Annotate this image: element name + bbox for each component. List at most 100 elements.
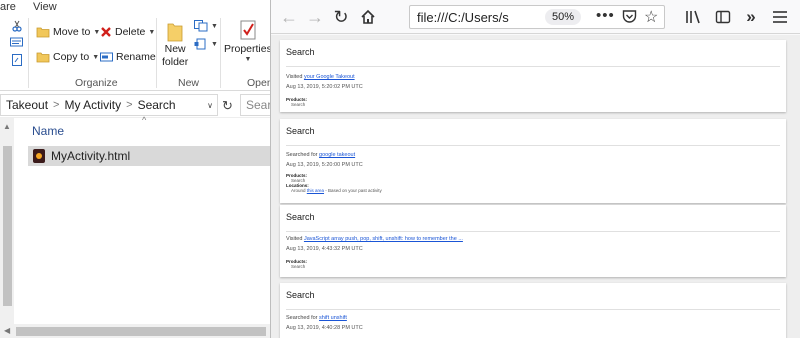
locations-value: Around this area - Based on your past ac…: [291, 188, 382, 193]
forward-button[interactable]: →: [303, 5, 327, 29]
copy-to-button[interactable]: Copy to ▼: [36, 51, 99, 63]
horizontal-scrollbar[interactable]: ◀: [0, 324, 270, 338]
move-to-button[interactable]: Move to ▼: [36, 26, 100, 38]
url-bar[interactable]: file:///C:/Users/s 50% ••• ☆: [409, 5, 665, 29]
activity-card: Search Searched for shift unshift Aug 13…: [280, 283, 786, 338]
pocket-icon[interactable]: [622, 9, 637, 27]
activity-link[interactable]: shift unshift: [319, 315, 347, 321]
properties-icon: [240, 20, 256, 40]
scroll-up-arrow-icon[interactable]: ▲: [3, 122, 11, 131]
ribbon-separator: [220, 18, 221, 88]
ribbon-separator: [156, 18, 157, 88]
activity-prefix: Visited: [286, 236, 304, 242]
activity-text: Searched for shift unshift: [286, 315, 347, 321]
activity-prefix: Searched for: [286, 315, 320, 321]
breadcrumb-takeout[interactable]: Takeout: [6, 98, 48, 112]
activity-card: Search Searched for google takeout Aug 1…: [280, 119, 786, 203]
refresh-icon[interactable]: ↻: [222, 98, 233, 114]
activity-timestamp: Aug 13, 2019, 4:40:28 PM UTC: [286, 325, 363, 331]
activity-prefix: Searched for: [286, 152, 320, 158]
move-to-icon: [36, 27, 50, 38]
ribbon-tab-view[interactable]: View: [33, 1, 57, 13]
properties-label: Properties: [224, 43, 272, 55]
scroll-thumb[interactable]: [16, 327, 266, 336]
activity-text: Searched for google takeout: [286, 152, 355, 158]
hamburger-menu-button[interactable]: [768, 5, 792, 29]
rename-label: Rename: [116, 51, 156, 63]
copy-path-icon[interactable]: [10, 37, 23, 47]
chevron-right-icon[interactable]: >: [53, 99, 59, 111]
reload-icon: ↻: [333, 6, 349, 27]
locations-prefix: Around: [291, 188, 307, 193]
activity-link[interactable]: your Google Takeout: [304, 74, 355, 80]
paste-shortcut-icon[interactable]: [12, 54, 22, 66]
breadcrumb-my-activity[interactable]: My Activity: [64, 98, 121, 112]
activity-card: Search Visited your Google Takeout Aug 1…: [280, 40, 786, 112]
activity-link[interactable]: JavaScript array push, pop, shift, unshi…: [304, 236, 463, 242]
chevron-down-icon[interactable]: ∨: [207, 101, 213, 110]
library-icon: [686, 10, 700, 24]
cut-icon[interactable]: [12, 20, 22, 32]
sort-ascending-icon: ^: [142, 115, 147, 125]
divider: [286, 309, 780, 310]
locations-link[interactable]: this area: [307, 188, 324, 193]
products-value: Search: [291, 264, 306, 269]
ribbon-separator: [28, 18, 29, 88]
chevron-right-icon[interactable]: >: [126, 99, 132, 111]
activity-link[interactable]: google takeout: [319, 152, 355, 158]
firefox-html-file-icon: [33, 149, 45, 163]
page-actions-icon[interactable]: •••: [596, 7, 615, 24]
scroll-thumb[interactable]: [3, 146, 12, 306]
activity-card: Search Visited JavaScript array push, po…: [280, 205, 786, 277]
file-row[interactable]: MyActivity.html: [28, 146, 270, 166]
ribbon-tabs: are View: [0, 0, 270, 14]
card-header: Search: [286, 290, 315, 300]
card-header: Search: [286, 126, 315, 136]
sidebar-icon: [715, 10, 731, 24]
ribbon-tab-share[interactable]: are: [0, 1, 16, 13]
forward-arrow-icon: →: [306, 6, 324, 27]
new-folder-label-2: folder: [162, 56, 189, 68]
new-item-button[interactable]: ▼: [194, 20, 218, 32]
sidebar-button[interactable]: [711, 5, 735, 29]
bookmark-star-icon[interactable]: ☆: [644, 7, 658, 27]
new-folder-button[interactable]: New folder: [162, 20, 188, 68]
products-value: Search: [291, 102, 306, 107]
delete-button[interactable]: Delete ▼: [100, 26, 155, 38]
home-icon: [361, 9, 375, 24]
rename-button[interactable]: Rename: [100, 51, 156, 63]
address-bar[interactable]: Takeout > My Activity > Search ∨: [0, 94, 218, 116]
easy-access-icon: [194, 38, 206, 50]
organize-group-label: Organize: [75, 77, 118, 89]
double-chevron-right-icon: »: [746, 7, 756, 26]
breadcrumb-search[interactable]: Search: [138, 98, 176, 112]
overflow-menu-button[interactable]: »: [739, 5, 763, 29]
delete-label: Delete: [115, 26, 146, 38]
address-bar-row: Takeout > My Activity > Search ∨ ↻ Searc: [0, 92, 280, 118]
zoom-indicator[interactable]: 50%: [545, 9, 581, 25]
vertical-scrollbar[interactable]: ▲: [0, 118, 14, 326]
browser-toolbar: ← → ↻ file:///C:/Users/s 50% ••• ☆ »: [271, 0, 800, 34]
divider: [286, 145, 780, 146]
locations-suffix: - Based on your past activity: [324, 188, 382, 193]
reload-button[interactable]: ↻: [329, 5, 353, 29]
activity-text: Visited JavaScript array push, pop, shif…: [286, 236, 463, 242]
copy-to-label: Copy to: [53, 51, 90, 63]
column-header-name[interactable]: Name: [32, 124, 64, 138]
activity-timestamp: Aug 13, 2019, 5:20:00 PM UTC: [286, 162, 363, 168]
file-list: ▲ ^ Name MyActivity.html ◀: [0, 115, 270, 338]
divider: [286, 231, 780, 232]
new-folder-icon: [167, 23, 183, 42]
hamburger-icon: [773, 11, 787, 23]
scroll-left-arrow-icon[interactable]: ◀: [4, 326, 10, 335]
easy-access-button[interactable]: ▼: [194, 38, 218, 50]
move-to-label: Move to: [53, 26, 91, 38]
back-arrow-icon: ←: [280, 6, 298, 27]
ribbon: Move to ▼ Copy to ▼ Delete ▼ Rename Organiz…: [0, 14, 273, 91]
divider: [286, 66, 780, 67]
properties-button[interactable]: Properties ▼: [224, 20, 272, 63]
url-text[interactable]: file:///C:/Users/s: [417, 10, 509, 25]
home-button[interactable]: [356, 5, 380, 29]
back-button[interactable]: ←: [277, 5, 301, 29]
library-button[interactable]: [681, 5, 705, 29]
